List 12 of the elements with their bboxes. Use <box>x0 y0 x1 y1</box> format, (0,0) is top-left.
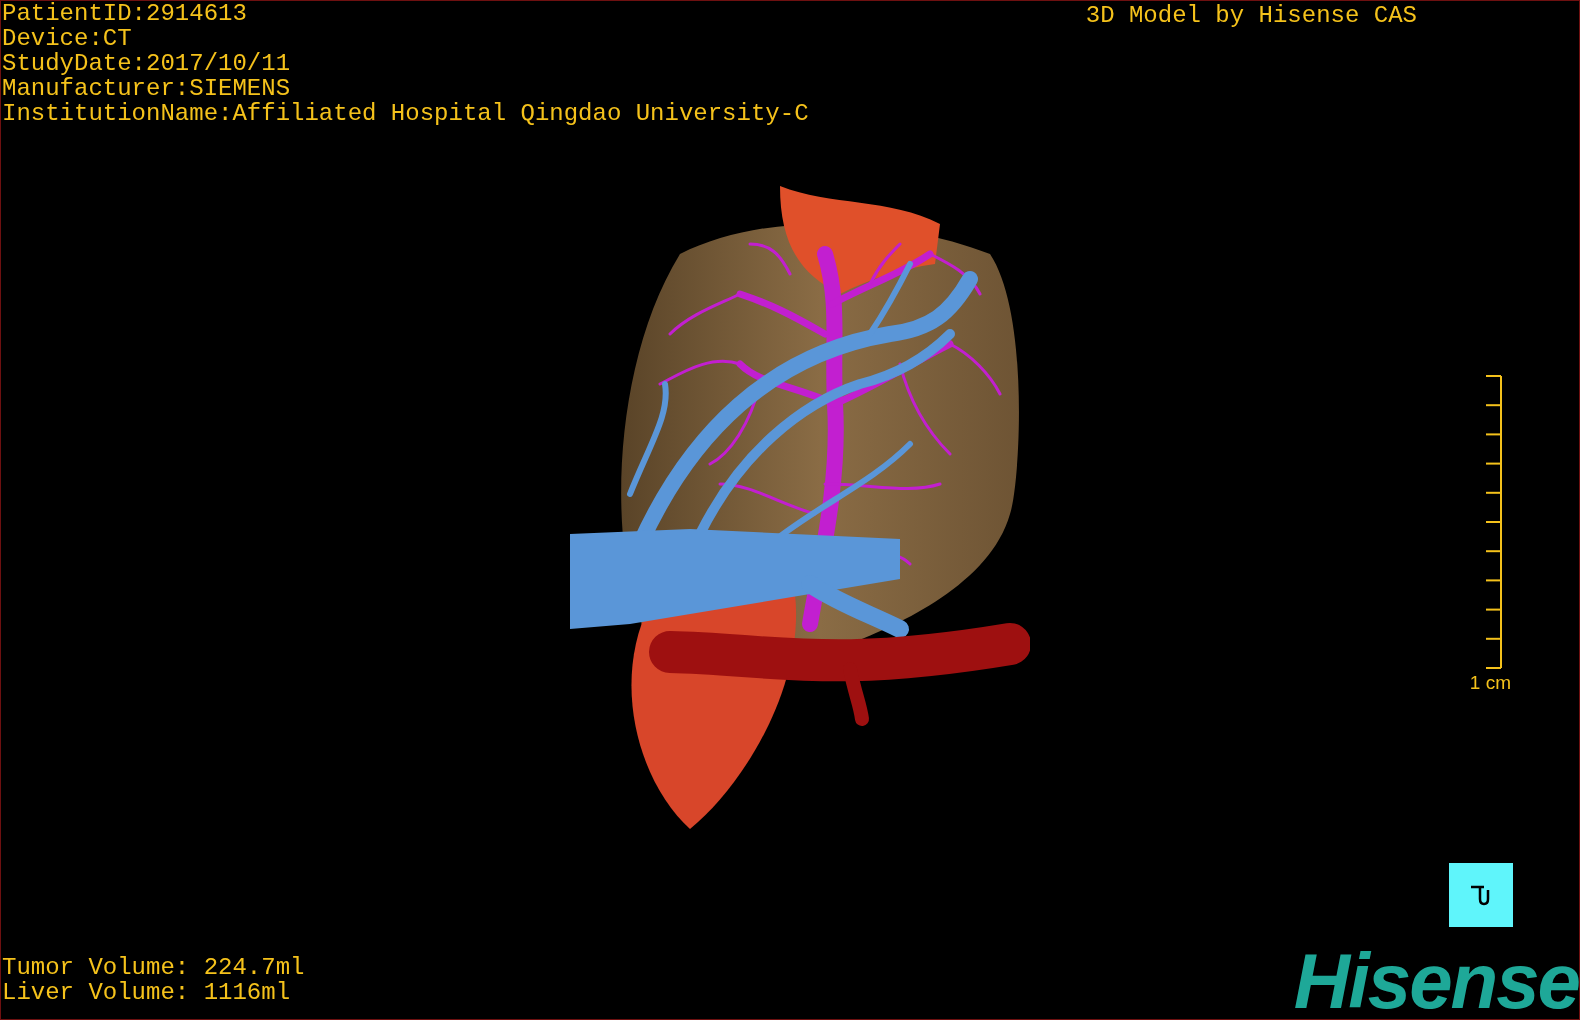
patient-info-text: InstitutionName:Affiliated Hospital Qingdao University-C <box>2 101 809 126</box>
brand-logo: Hisense <box>1293 949 1579 1013</box>
viewer-title: 3D Model by Hisense CAS <box>1085 1 1417 31</box>
t-bar-icon <box>1470 884 1492 906</box>
tool-button[interactable] <box>1449 863 1513 927</box>
patient-info-text: PatientID:2914613 <box>2 1 248 26</box>
volume-text: Tumor Volume: 224.7ml <box>2 955 305 980</box>
patient-info-text: StudyDate:2017/10/11 <box>2 51 292 76</box>
scale-label: 1 cm <box>1469 672 1511 694</box>
patient-info-text: Device:CT <box>2 26 133 51</box>
patient-info-text: Manufacturer:SIEMENS <box>2 76 292 101</box>
volume-text: Liver Volume: 1116ml <box>2 980 292 1005</box>
